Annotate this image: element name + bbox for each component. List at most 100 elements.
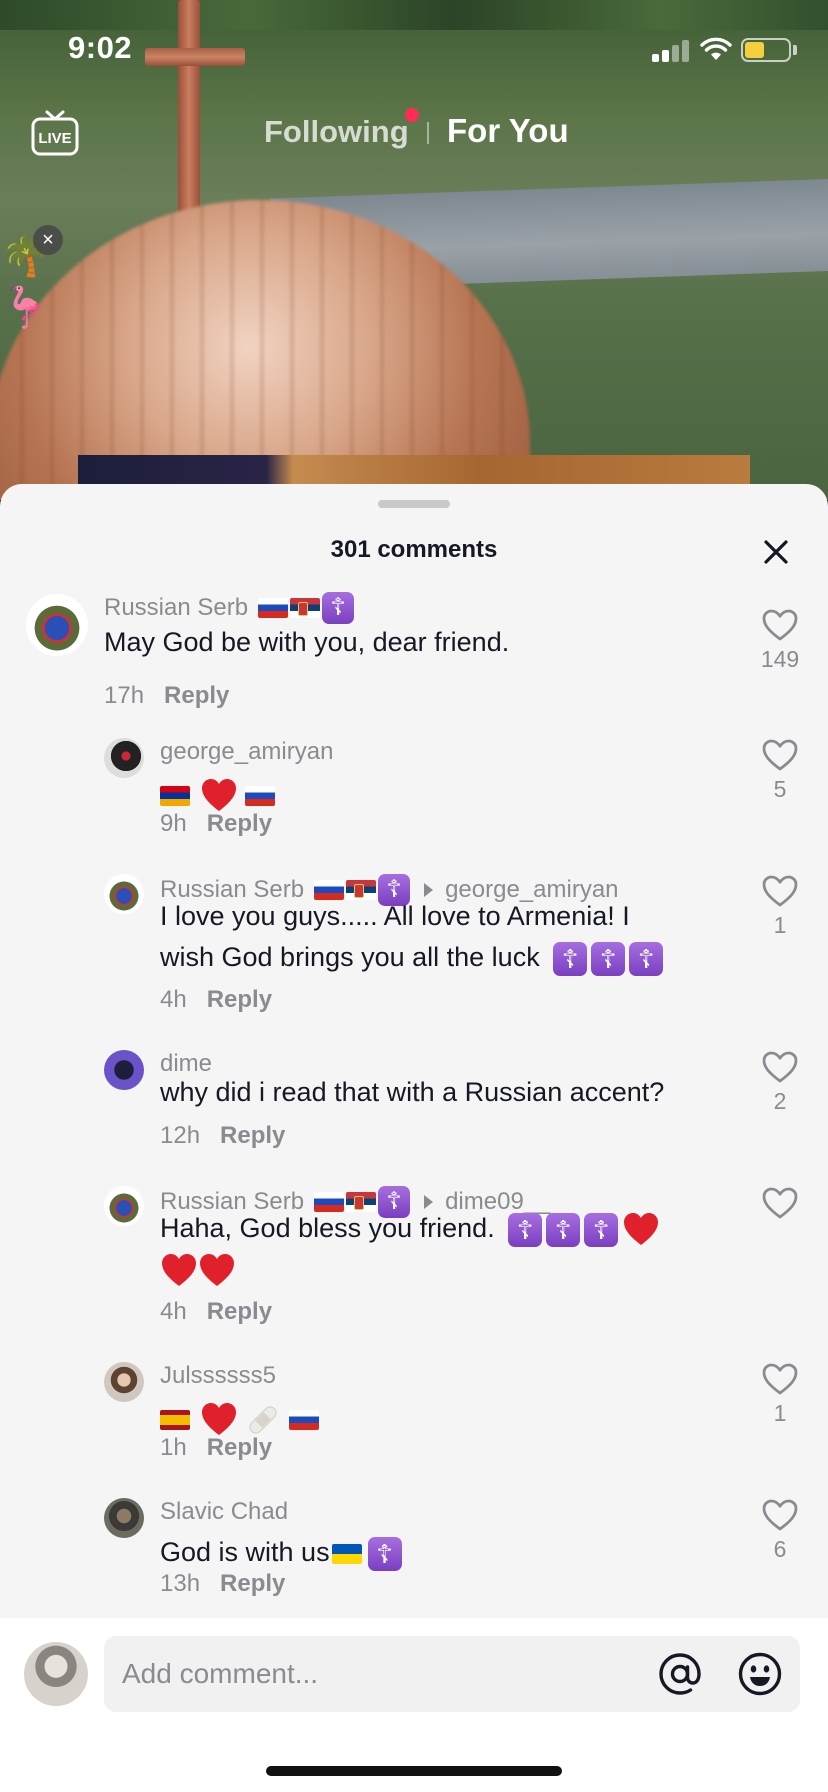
heart-outline-icon xyxy=(762,1187,798,1219)
like-button[interactable]: 2 xyxy=(756,1050,804,1115)
heart-outline-icon xyxy=(762,875,798,907)
like-button[interactable]: 5 xyxy=(756,738,804,803)
current-user-avatar[interactable] xyxy=(24,1642,88,1706)
close-icon[interactable] xyxy=(756,532,796,572)
comment-text: why did i read that with a Russian accen… xyxy=(160,1077,665,1107)
comment-meta: 4h Reply xyxy=(160,1298,272,1326)
heart-outline-icon xyxy=(762,1363,798,1395)
comment-input-placeholder: Add comment... xyxy=(122,1658,319,1689)
like-count: 5 xyxy=(773,776,787,802)
flag-russia-emoji xyxy=(258,598,289,618)
heart-outline-icon xyxy=(762,739,798,771)
reply-button[interactable]: Reply xyxy=(220,1570,285,1597)
comment-meta: 17h Reply xyxy=(104,682,229,710)
flamingo-sticker[interactable]: 🦩 xyxy=(0,288,50,328)
comment-meta: 1h Reply xyxy=(160,1434,272,1462)
comment-text-line: I love you guys..... All love to Armenia… xyxy=(160,901,630,931)
live-label: LIVE xyxy=(38,130,71,147)
avatar[interactable] xyxy=(104,1050,144,1090)
comment-meta: 12h Reply xyxy=(160,1122,285,1150)
at-sign-icon[interactable] xyxy=(656,1650,704,1698)
heart-outline-icon xyxy=(762,609,798,641)
home-indicator[interactable] xyxy=(266,1766,562,1776)
orthodox-cross-emoji: ☦ xyxy=(508,1212,543,1247)
orthodox-cross-emoji: ☦ xyxy=(553,941,588,976)
comment-username[interactable]: Julssssss5 xyxy=(160,1362,276,1390)
flag-russia-emoji xyxy=(245,785,276,806)
avatar[interactable] xyxy=(104,1498,144,1538)
tab-following[interactable]: Following xyxy=(264,114,409,150)
like-button[interactable]: 6 xyxy=(756,1498,804,1563)
flag-russia-emoji xyxy=(288,1409,319,1430)
reply-button[interactable]: Reply xyxy=(207,1434,272,1461)
smiley-icon[interactable] xyxy=(736,1650,784,1698)
comment-text-line-2: wish God brings you all the luck ☦ ☦ ☦ xyxy=(160,937,667,978)
heart-outline-icon xyxy=(762,1499,798,1531)
comment-age: 12h xyxy=(160,1122,201,1149)
like-count: 1 xyxy=(773,1400,787,1426)
orthodox-cross-emoji: ☦ xyxy=(584,1212,619,1247)
red-heart-emoji xyxy=(162,1253,196,1286)
avatar[interactable] xyxy=(104,874,144,914)
reply-button[interactable]: Reply xyxy=(164,682,229,709)
avatar[interactable] xyxy=(104,738,144,778)
comment-text xyxy=(160,774,277,815)
sticker-close-icon[interactable]: × xyxy=(33,225,63,255)
flag-ukraine-emoji xyxy=(331,1543,362,1564)
status-time: 9:02 xyxy=(68,30,133,65)
battery-tip xyxy=(793,45,797,55)
reply-button[interactable]: Reply xyxy=(207,1298,272,1325)
comment-username[interactable]: Slavic Chad xyxy=(160,1498,288,1526)
comment-age: 13h xyxy=(160,1570,201,1597)
comments-count-title: 301 comments xyxy=(330,536,498,563)
battery-icon xyxy=(741,38,791,62)
live-tv-icon[interactable]: LIVE xyxy=(30,108,80,158)
orthodox-cross-emoji: ☦ xyxy=(591,941,626,976)
comment-meta: 9h Reply xyxy=(160,810,272,838)
flag-armenia-emoji xyxy=(160,785,190,806)
comment-age: 4h xyxy=(160,1298,187,1325)
status-bar: 9:02 xyxy=(0,0,828,100)
comment-text: May God be with you, dear friend. xyxy=(104,627,510,657)
tab-for-you[interactable]: For You xyxy=(447,112,569,150)
like-button[interactable]: 1 xyxy=(756,1362,804,1427)
comment-text-line: Haha, God bless you friend. ☦ ☦ ☦ xyxy=(160,1208,720,1249)
wifi-icon xyxy=(700,37,732,60)
red-heart-emoji xyxy=(200,1253,234,1286)
comments-sheet[interactable]: 301 comments Russian Serb ☦ May God be w… xyxy=(0,484,828,1792)
orthodox-cross-emoji: ☦ xyxy=(546,1212,581,1247)
reply-button[interactable]: Reply xyxy=(207,810,272,837)
cellular-signal-icon xyxy=(652,40,690,62)
avatar[interactable] xyxy=(104,1362,144,1402)
like-button[interactable]: 1 xyxy=(756,874,804,939)
comment-age: 1h xyxy=(160,1434,187,1461)
like-count: 1 xyxy=(773,912,787,938)
comment-text: I love you guys..... All love to Armenia… xyxy=(160,896,667,978)
following-notification-dot xyxy=(405,108,419,122)
comment-input[interactable]: Add comment... xyxy=(104,1636,800,1712)
comment-username[interactable]: george_amiryan xyxy=(160,738,333,766)
comment-age: 9h xyxy=(160,810,187,837)
adhesive-bandage-emoji xyxy=(249,1406,277,1434)
flag-serbia-emoji xyxy=(290,598,321,618)
like-count: 6 xyxy=(773,1536,787,1562)
sheet-drag-handle[interactable] xyxy=(378,500,450,508)
avatar[interactable] xyxy=(104,1186,144,1226)
comment-meta: 4h Reply xyxy=(160,986,272,1014)
like-button[interactable] xyxy=(756,1186,804,1224)
avatar[interactable] xyxy=(26,594,88,656)
comment-age: 17h xyxy=(104,682,145,709)
comment-age: 4h xyxy=(160,986,187,1013)
tab-divider xyxy=(427,122,429,144)
reply-button[interactable]: Reply xyxy=(220,1122,285,1149)
comment-username[interactable]: Russian Serb ☦ xyxy=(104,592,358,624)
reply-button[interactable]: Reply xyxy=(207,986,272,1013)
orthodox-cross-emoji: ☦ xyxy=(629,941,664,976)
comment-text-line-2 xyxy=(160,1249,720,1290)
reply-arrow-icon xyxy=(424,883,434,897)
comment-text xyxy=(160,1398,321,1439)
like-button[interactable]: 149 xyxy=(756,608,804,673)
orthodox-cross-emoji: ☦ xyxy=(367,1536,402,1571)
flag-spain-emoji xyxy=(160,1409,190,1430)
heart-outline-icon xyxy=(762,1051,798,1083)
